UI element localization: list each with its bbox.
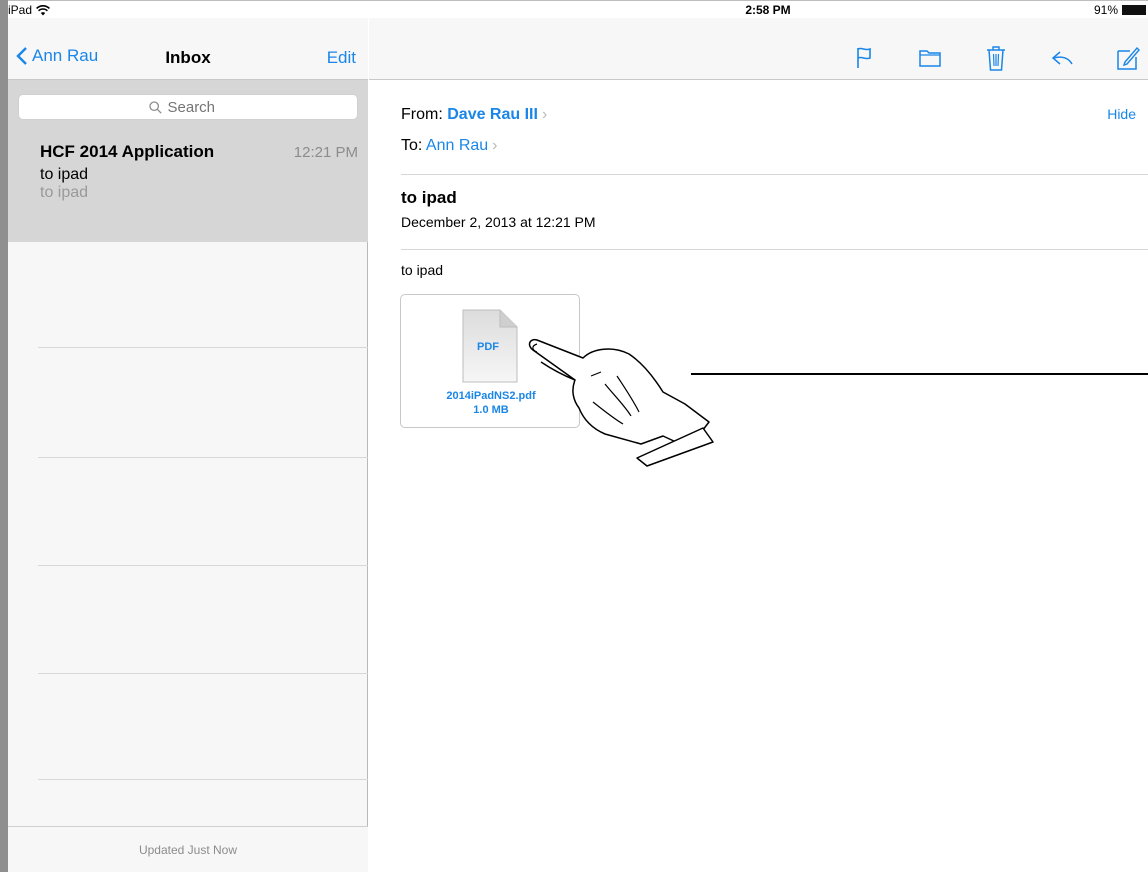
battery-icon: [1122, 5, 1146, 15]
chevron-right-icon: ›: [492, 137, 498, 154]
flag-button[interactable]: [851, 44, 877, 72]
wifi-icon: [36, 4, 50, 15]
to-label: To:: [401, 137, 423, 154]
compose-icon: [1117, 46, 1140, 70]
status-left: iPad: [8, 3, 50, 17]
pdf-type-label: PDF: [477, 341, 499, 353]
update-status: Updated Just Now: [8, 826, 368, 872]
list-divider: [38, 673, 368, 674]
message-preview: to ipad: [40, 184, 89, 201]
folder-icon: [919, 50, 941, 67]
message-list-item[interactable]: HCF 2014 Application 12:21 PM to ipad to…: [8, 124, 368, 242]
trash-button[interactable]: [983, 44, 1009, 72]
status-right: 91%: [1094, 3, 1146, 17]
message-body: to ipad: [401, 262, 444, 278]
search-field[interactable]: [18, 94, 358, 120]
from-label: From:: [401, 106, 443, 123]
sender-name[interactable]: Dave Rau III: [447, 106, 538, 123]
search-icon: [148, 100, 162, 114]
device-name: iPad: [8, 3, 33, 17]
flag-icon: [857, 47, 871, 68]
attachment-size: 1.0 MB: [473, 404, 509, 416]
message-pane: From: Dave Rau III › Hide To: Ann Rau › to…: [369, 18, 1148, 872]
search-bar: [8, 80, 368, 124]
status-time: 2:58 PM: [745, 3, 791, 17]
message-subject: to ipad: [40, 166, 89, 183]
from-line: From: Dave Rau III ›: [401, 106, 547, 124]
reply-icon: [1051, 51, 1073, 65]
to-line: To: Ann Rau ›: [401, 137, 498, 155]
message-date: December 2, 2013 at 12:21 PM: [401, 214, 596, 230]
mailbox-pane: Ann Rau Inbox Edit HCF 2014 Application …: [8, 18, 368, 872]
attachment-info: 2014iPadNS2.pdf 1.0 MB: [401, 389, 581, 417]
edit-button[interactable]: Edit: [327, 48, 356, 68]
header-divider: [401, 174, 1148, 175]
hide-button[interactable]: Hide: [1107, 106, 1136, 122]
reply-button[interactable]: [1049, 44, 1075, 72]
mailbox-navbar: Ann Rau Inbox Edit: [8, 18, 368, 80]
callout-line: [691, 373, 1148, 375]
message-time: 12:21 PM: [293, 144, 358, 161]
list-divider: [38, 457, 368, 458]
message-subject-heading: to ipad: [401, 188, 457, 207]
message-toolbar: [369, 18, 1148, 80]
attachment-filename: 2014iPadNS2.pdf: [446, 390, 536, 402]
recipient-name[interactable]: Ann Rau: [426, 137, 488, 154]
move-folder-button[interactable]: [917, 44, 943, 72]
search-input[interactable]: [167, 98, 228, 116]
list-divider: [38, 779, 368, 780]
chevron-right-icon: ›: [541, 106, 548, 123]
status-bar: iPad 2:58 PM 91%: [8, 0, 1148, 18]
header-divider: [401, 249, 1148, 250]
mailbox-title: Inbox: [165, 48, 211, 67]
message-sender: HCF 2014 Application: [40, 142, 215, 161]
ipad-screen: iPad 2:58 PM 91% Ann Rau Inbox Edit Sear…: [0, 0, 1148, 872]
list-divider: [38, 347, 368, 348]
compose-button[interactable]: [1115, 44, 1141, 72]
battery-percent: 91%: [1093, 3, 1118, 17]
pdf-attachment[interactable]: PDF 2014iPadNS2.pdf 1.0 MB: [400, 294, 580, 428]
list-divider: [38, 565, 368, 566]
trash-icon: [987, 46, 1005, 71]
